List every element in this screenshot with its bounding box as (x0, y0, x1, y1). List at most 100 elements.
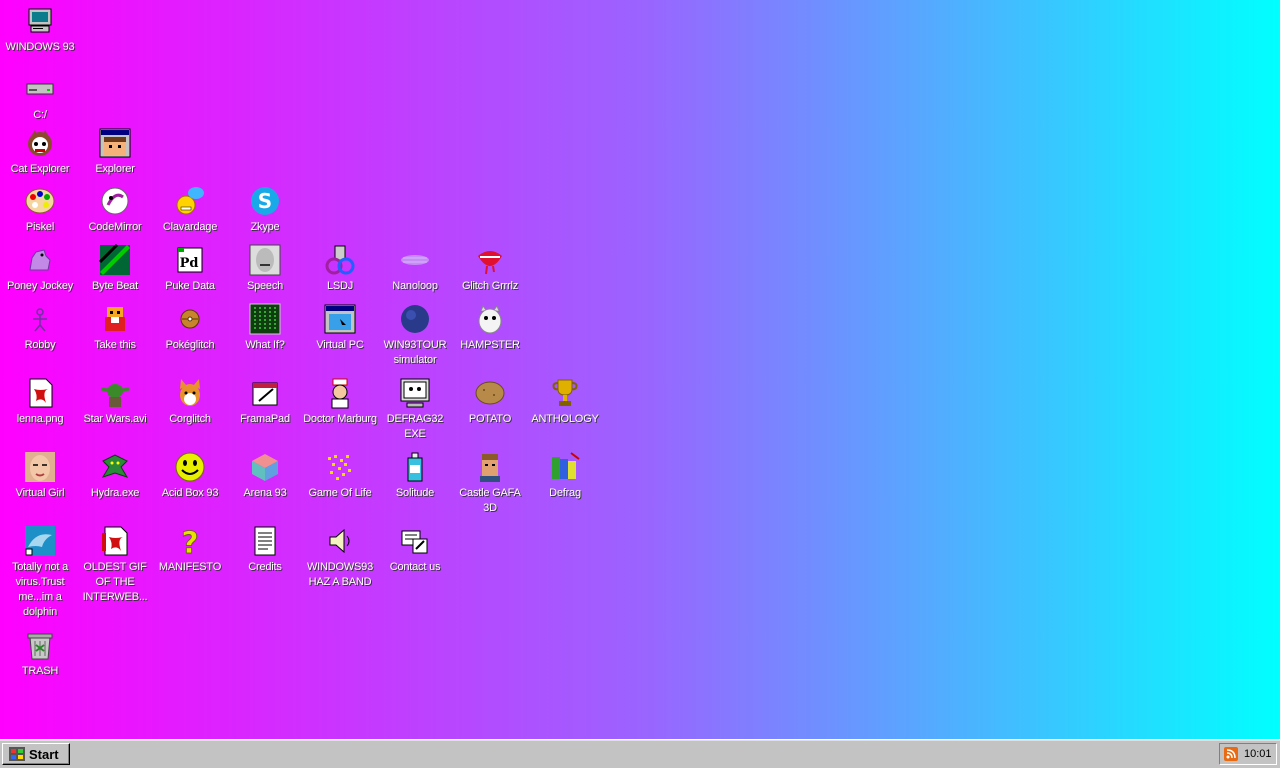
desktop-icon-star-wars[interactable]: Star Wars.avi (78, 376, 152, 427)
desktop-icon-robby[interactable]: Robby (3, 302, 77, 353)
start-label: Start (29, 746, 59, 762)
desktop-icon-label: Piskel (25, 221, 55, 233)
desktop-icon-byte-beat[interactable]: Byte Beat (78, 243, 152, 294)
desktop-icon-codemirror[interactable]: CodeMirror (78, 184, 152, 235)
image-file-icon (23, 376, 57, 410)
desktop-icon-lsdj[interactable]: LSDJ (303, 243, 377, 294)
desktop-icon-lenna[interactable]: lenna.png (3, 376, 77, 427)
smiley-icon (173, 450, 207, 484)
bytebeat-icon (98, 243, 132, 277)
desktop-icon-label: DEFRAG32 EXE (386, 413, 444, 440)
desktop-icon-label: HAMPSTER (460, 339, 520, 351)
dolphin-icon (23, 524, 57, 558)
computer-icon (23, 4, 57, 38)
desktop-icon-arena93[interactable]: Arena 93 (228, 450, 302, 501)
desktop-icon-nanoloop[interactable]: Nanoloop (378, 243, 452, 294)
rss-icon[interactable] (1224, 747, 1238, 761)
gameboy-icon (323, 243, 357, 277)
desktop-icon-label: Arena 93 (243, 487, 287, 499)
desktop-icon-label: OLDEST GIF OF THE INTERWEB... (82, 561, 148, 603)
desktop-icon-band[interactable]: WINDOWS93 HAZ A BAND (303, 524, 377, 590)
desktop-icon-win93tour[interactable]: WIN93TOUR simulator (378, 302, 452, 368)
desktop-icon-piskel[interactable]: Piskel (3, 184, 77, 235)
desktop-icon-label: LSDJ (326, 280, 354, 292)
desktop-icon-c-drive[interactable]: C:/ (3, 72, 77, 123)
desktop-icon-label: FramaPad (240, 413, 290, 425)
start-button[interactable]: Start (2, 743, 70, 765)
desktop-icon-virtual-pc[interactable]: Virtual PC (303, 302, 377, 353)
desktop-icon-defrag32[interactable]: DEFRAG32 EXE (378, 376, 452, 442)
desktop-icon-potato[interactable]: POTATO (453, 376, 527, 427)
desktop-icon-label: POTATO (468, 413, 512, 425)
nanoloop-icon (398, 243, 432, 277)
desktop-icon-virtual-girl[interactable]: Virtual Girl (3, 450, 77, 501)
desktop-icon-contact[interactable]: Contact us (378, 524, 452, 575)
desktop-icon-zkype[interactable]: S Zkype (228, 184, 302, 235)
desktop-icon-label: Credits (248, 561, 282, 573)
desktop-icon-label: Virtual Girl (15, 487, 65, 499)
desktop-icon-solitude[interactable]: Solitude (378, 450, 452, 501)
desktop-icon-puke-data[interactable]: Pd Puke Data (153, 243, 227, 294)
desktop-icon-label: Corglitch (169, 413, 211, 425)
clock[interactable]: 10:01 (1244, 748, 1272, 760)
desktop-icon-windows93[interactable]: WINDOWS 93 (3, 4, 77, 55)
desktop-icon-label: Puke Data (165, 280, 215, 292)
desktop-icon-label: Speech (246, 280, 284, 292)
desktop-icon-label: MANIFESTO (158, 561, 222, 573)
desktop-icon-doctor-marburg[interactable]: Doctor Marburg (303, 376, 377, 427)
windows-logo-icon (9, 747, 25, 761)
desktop-icon-credits[interactable]: Credits (228, 524, 302, 575)
taskbar: Start 10:01 (0, 739, 1280, 768)
zkype-icon: S (248, 184, 282, 218)
desktop-icon-pokeglitch[interactable]: Pokéglitch (153, 302, 227, 353)
desktop-icon-oldest-gif[interactable]: OLDEST GIF OF THE INTERWEB... (78, 524, 152, 605)
document-icon (248, 524, 282, 558)
desktop-icon-game-of-life[interactable]: Game Of Life (303, 450, 377, 501)
desktop-icon-defrag[interactable]: Defrag (528, 450, 602, 501)
desktop-icon-castle-gafa[interactable]: Castle GAFA 3D (453, 450, 527, 516)
desktop-icon-acid-box[interactable]: Acid Box 93 (153, 450, 227, 501)
desktop-icon-label: Zkype (250, 221, 280, 233)
monitor-face-icon (398, 376, 432, 410)
bottle-icon (398, 450, 432, 484)
desktop-icon-hydra[interactable]: Hydra.exe (78, 450, 152, 501)
desktop-icon-label: Explorer (95, 163, 135, 175)
desktop-icon-label: What If? (245, 339, 285, 351)
desktop-icon-speech[interactable]: Speech (228, 243, 302, 294)
desktop-icon-manifesto[interactable]: ? MANIFESTO (153, 524, 227, 575)
desktop-icon-label: Contact us (389, 561, 441, 573)
defrag-icon (548, 450, 582, 484)
desktop-icon-label: TRASH (21, 665, 59, 677)
svg-text:?: ? (181, 526, 198, 557)
desktop-icon-label: Cat Explorer (10, 163, 70, 175)
character-icon (98, 302, 132, 336)
hamster-icon (473, 302, 507, 336)
desktop-icon-label: Take this (94, 339, 136, 351)
desktop-icon-cat-explorer[interactable]: Cat Explorer (3, 126, 77, 177)
dots-icon (323, 450, 357, 484)
desktop-icon-dolphin[interactable]: Totally not a virus.Trust me...im a dolp… (3, 524, 77, 620)
desktop-icon-hampster[interactable]: HAMPSTER (453, 302, 527, 353)
contact-icon (398, 524, 432, 558)
desktop-icon-label: Defrag (549, 487, 581, 499)
desktop-icon-corglitch[interactable]: Corglitch (153, 376, 227, 427)
desktop-icon-trash[interactable]: TRASH (3, 628, 77, 679)
desktop-icon-label: Clavardage (162, 221, 218, 233)
blob-icon (398, 302, 432, 336)
desktop-icon-label: C:/ (33, 109, 47, 121)
desktop-icon-what-if[interactable]: What If? (228, 302, 302, 353)
desktop-icon-explorer[interactable]: Explorer (78, 126, 152, 177)
corgi-icon (173, 376, 207, 410)
desktop-icon-take-this[interactable]: Take this (78, 302, 152, 353)
desktop: WINDOWS 93 C:/ Cat Explorer Explorer Pis… (0, 0, 1280, 740)
desktop-icon-anthology[interactable]: ANTHOLOGY (528, 376, 602, 427)
robot-icon (23, 302, 57, 336)
desktop-icon-poney-jockey[interactable]: Poney Jockey (3, 243, 77, 294)
desktop-icon-glitch-grrrlz[interactable]: Glitch Grrrlz (453, 243, 527, 294)
desktop-icon-framapad[interactable]: FramaPad (228, 376, 302, 427)
cube-icon (248, 450, 282, 484)
chat-icon (173, 184, 207, 218)
matrix-icon (248, 302, 282, 336)
desktop-icon-label: Solitude (395, 487, 435, 499)
desktop-icon-clavardage[interactable]: Clavardage (153, 184, 227, 235)
